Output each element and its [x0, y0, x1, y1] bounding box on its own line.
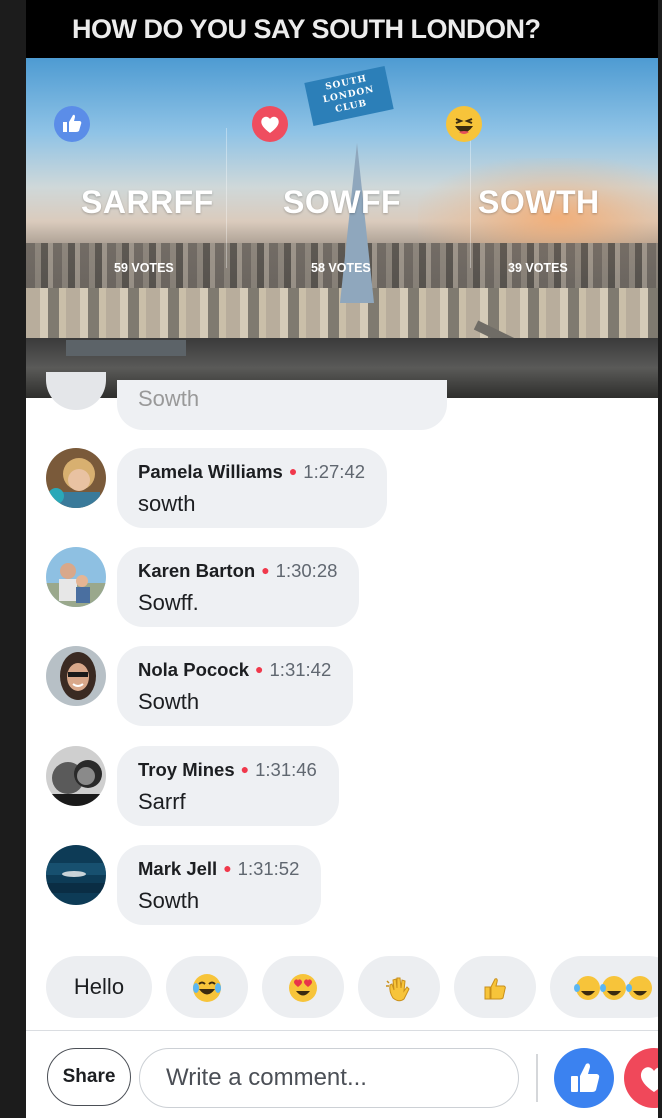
- live-dot-icon: ●: [240, 761, 250, 777]
- avatar[interactable]: [46, 746, 106, 806]
- comment-text: Sowth: [138, 689, 200, 714]
- comment-timestamp[interactable]: 1:27:42: [303, 461, 365, 482]
- live-video-panel: HOW DO YOU SAY SOUTH LONDON? SOUTH LONDO…: [26, 0, 658, 1118]
- commenter-name[interactable]: Mark Jell: [138, 858, 217, 879]
- thumbs-up-emoji-icon: [484, 978, 506, 1000]
- comment-bubble: Troy Mines ● 1:31:46 Sarrf: [117, 746, 339, 826]
- live-dot-icon: ●: [223, 860, 232, 876]
- comment: Pamela Williams ● 1:27:42 sowth: [26, 448, 658, 528]
- quick-reply-emoji[interactable]: [166, 956, 248, 1018]
- video-title-bar: HOW DO YOU SAY SOUTH LONDON?: [26, 0, 658, 58]
- video-title: HOW DO YOU SAY SOUTH LONDON?: [72, 14, 541, 44]
- commenter-name[interactable]: Nola Pocock: [138, 659, 249, 680]
- love-icon: [640, 1067, 658, 1092]
- quick-reply-hello[interactable]: Hello: [46, 956, 152, 1018]
- comment-timestamp[interactable]: 1:30:28: [276, 560, 338, 581]
- comment-timestamp[interactable]: 1:31:46: [255, 759, 317, 780]
- quick-reply-emoji[interactable]: [550, 956, 658, 1018]
- comment: Troy Mines ● 1:31:46 Sarrf: [26, 746, 658, 826]
- column-divider: [470, 128, 471, 268]
- love-reaction-button[interactable]: [624, 1048, 658, 1108]
- vote-count: 58 VOTES: [311, 261, 371, 275]
- shard-tower: [340, 143, 374, 303]
- live-dot-icon: ●: [288, 463, 298, 479]
- divider: [536, 1054, 538, 1102]
- comment-bubble: Pamela Williams ● 1:27:42 sowth: [117, 448, 388, 528]
- share-button[interactable]: Share: [47, 1048, 131, 1106]
- tears-of-joy-emoji-icon: [193, 974, 221, 1003]
- haha-icon: [446, 106, 482, 142]
- comment-bubble: Nola Pocock ● 1:31:42 Sowth: [117, 646, 354, 726]
- comment: Karen Barton ● 1:30:28 Sowff.: [26, 547, 658, 627]
- commenter-name[interactable]: Karen Barton: [138, 560, 255, 581]
- love-icon: [252, 106, 288, 142]
- south-london-club-logo: SOUTH LONDON CLUB: [304, 65, 394, 127]
- comment-text: Sowth: [138, 888, 200, 913]
- comment-bubble: Mark Jell ● 1:31:52 Sowth: [117, 845, 322, 925]
- comment-bubble: Karen Barton ● 1:30:28 Sowff.: [117, 547, 360, 627]
- option-name: SOWTH: [478, 184, 600, 220]
- avatar[interactable]: [46, 845, 106, 905]
- comment-input[interactable]: [139, 1048, 519, 1108]
- vote-count: 39 VOTES: [508, 261, 568, 275]
- quick-reply-label: Hello: [73, 974, 125, 999]
- comment-timestamp[interactable]: 1:31:42: [270, 659, 332, 680]
- quick-reply-emoji[interactable]: [454, 956, 536, 1018]
- live-dot-icon: ●: [261, 562, 270, 578]
- vote-count: 59 VOTES: [114, 261, 174, 275]
- live-dot-icon: ●: [255, 661, 264, 677]
- comment: Nola Pocock ● 1:31:42 Sowth: [26, 646, 658, 726]
- comment-timestamp[interactable]: 1:31:52: [238, 858, 300, 879]
- option-name: SOWFF: [283, 184, 402, 220]
- commenter-name[interactable]: Pamela Williams: [138, 461, 283, 482]
- avatar[interactable]: [46, 547, 106, 607]
- option-name: SARRFF: [81, 184, 214, 220]
- column-divider: [226, 128, 227, 268]
- heart-eyes-emoji-icon: [289, 974, 317, 1003]
- quick-reply-emoji[interactable]: [262, 956, 344, 1018]
- like-icon: [571, 1063, 600, 1092]
- commenter-name[interactable]: Troy Mines: [138, 759, 235, 780]
- comment-text: Sowff.: [138, 590, 199, 615]
- comment-text: Sarrf: [138, 789, 186, 814]
- triple-tears-of-joy-emoji-icon: [574, 976, 652, 1001]
- avatar[interactable]: [46, 646, 106, 706]
- quick-reply-emoji[interactable]: [358, 956, 440, 1018]
- avatar[interactable]: [46, 448, 106, 508]
- like-icon: [54, 106, 90, 142]
- comment-text: sowth: [138, 491, 196, 516]
- like-reaction-button[interactable]: [554, 1048, 614, 1108]
- waving-hand-emoji-icon: [386, 977, 410, 1002]
- divider: [26, 1030, 658, 1031]
- comment: Mark Jell ● 1:31:52 Sowth: [26, 845, 658, 925]
